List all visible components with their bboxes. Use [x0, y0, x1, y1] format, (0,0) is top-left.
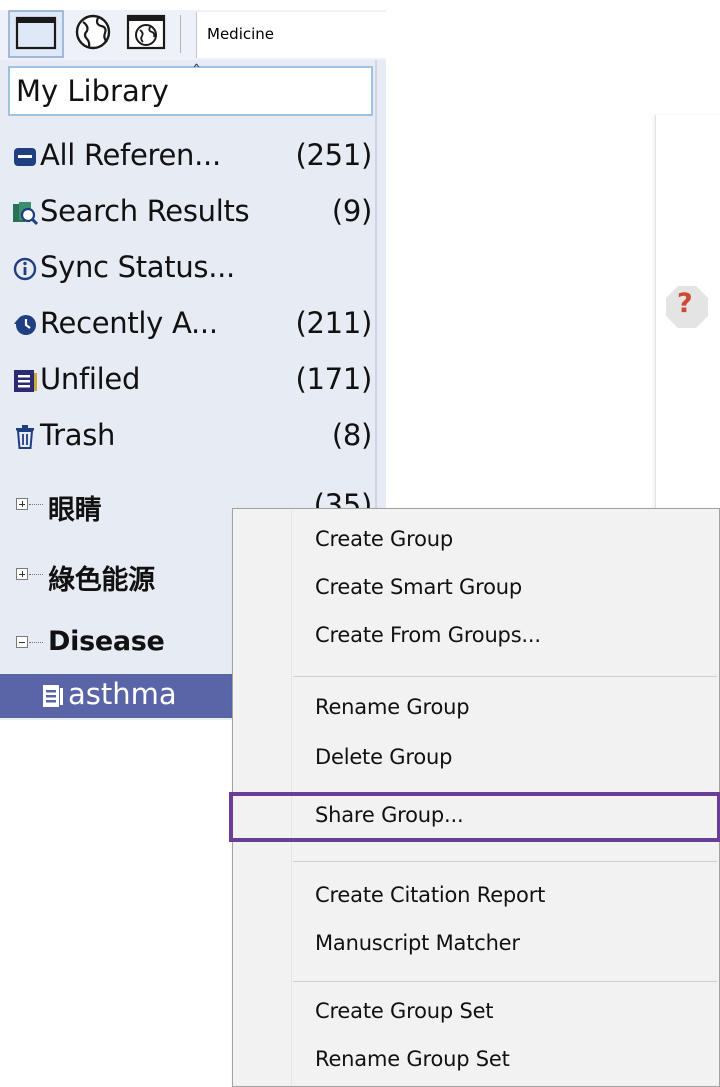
sidebar-item-count: (9): [331, 194, 372, 228]
sidebar-item-trash[interactable]: Trash (8): [10, 414, 372, 460]
online-search-icon[interactable]: [68, 10, 118, 60]
sidebar-item-label: All Referen...: [40, 138, 221, 172]
menu-item-create-group-set[interactable]: Create Group Set: [315, 999, 494, 1023]
sidebar-item-count: (211): [295, 306, 373, 340]
expand-icon[interactable]: [16, 498, 28, 510]
sidebar-item-count: (8): [331, 418, 372, 452]
tree-connector: [29, 642, 43, 643]
integrated-library-icon[interactable]: [120, 10, 172, 60]
sidebar-item-label: Unfiled: [40, 362, 141, 396]
menu-separator: [293, 676, 717, 677]
group-label: asthma: [68, 677, 177, 711]
info-icon: [12, 256, 38, 282]
group-set-label: 綠色能源: [48, 565, 155, 596]
menu-item-create-group[interactable]: Create Group: [315, 527, 453, 551]
sidebar-item-label: Search Results: [40, 194, 250, 228]
output-style-dropdown[interactable]: Medicine: [196, 12, 387, 58]
local-library-icon[interactable]: [6, 10, 64, 60]
sidebar-item-sync-status[interactable]: Sync Status...: [10, 246, 372, 292]
sidebar-item-label: Trash: [40, 418, 116, 452]
group-set-label: Disease: [48, 626, 165, 657]
library-toolbar: Medicine: [0, 10, 387, 60]
collapse-caret-icon[interactable]: ˆ: [192, 62, 201, 83]
toolbar-separator: [180, 15, 181, 53]
my-library-header[interactable]: My Library ˆ: [8, 62, 373, 116]
menu-item-manuscript-matcher[interactable]: Manuscript Matcher: [315, 931, 520, 955]
sidebar-item-recently-added[interactable]: Recently A... (211): [10, 302, 372, 348]
trash-icon: [12, 424, 38, 450]
search-results-icon: [12, 200, 39, 226]
menu-item-create-smart-group[interactable]: Create Smart Group: [315, 575, 522, 599]
sidebar-item-label: Sync Status...: [40, 250, 235, 284]
menu-separator: [293, 861, 717, 862]
group-context-menu: Create Group Create Smart Group Create F…: [229, 508, 720, 1087]
share-group-highlight: [229, 792, 720, 842]
menu-item-rename-group[interactable]: Rename Group: [315, 695, 470, 719]
all-references-icon: [12, 144, 38, 170]
menu-separator: [293, 981, 717, 982]
my-library-label: My Library: [16, 74, 169, 108]
sidebar-item-label: Recently A...: [40, 306, 218, 340]
collapse-icon[interactable]: [16, 636, 28, 648]
sidebar-item-all-references[interactable]: All Referen... (251): [10, 134, 372, 180]
menu-item-rename-group-set[interactable]: Rename Group Set: [315, 1047, 510, 1071]
tree-connector: [29, 574, 43, 575]
menu-item-delete-group[interactable]: Delete Group: [315, 745, 452, 769]
group-icon: [42, 684, 64, 708]
help-question-mark: ?: [677, 288, 693, 319]
history-icon: [12, 312, 38, 338]
unfiled-icon: [12, 368, 38, 394]
menu-item-create-from-groups[interactable]: Create From Groups...: [315, 623, 541, 647]
sidebar-item-search-results[interactable]: Search Results (9): [10, 190, 372, 236]
menu-item-create-citation-report[interactable]: Create Citation Report: [315, 883, 545, 907]
tree-connector: [29, 504, 43, 505]
sidebar-item-count: (171): [295, 362, 373, 396]
output-style-value: Medicine: [207, 25, 275, 43]
sidebar-item-unfiled[interactable]: Unfiled (171): [10, 358, 372, 404]
expand-icon[interactable]: [16, 568, 28, 580]
group-set-label: 眼睛: [48, 495, 102, 526]
sidebar-item-count: (251): [295, 138, 373, 172]
